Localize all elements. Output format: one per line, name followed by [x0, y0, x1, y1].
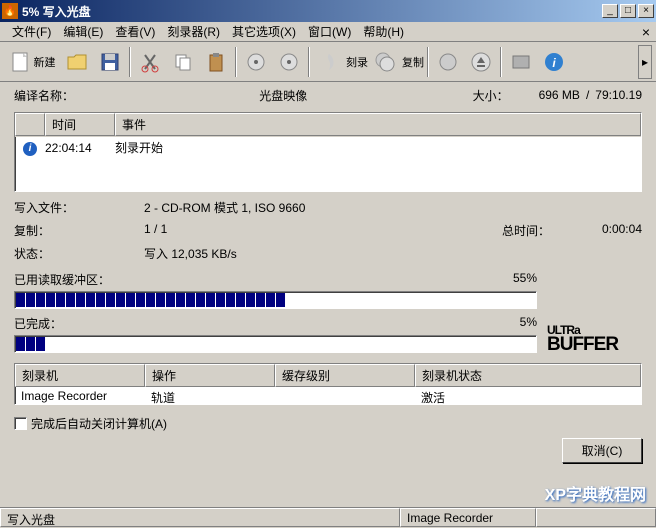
info-icon: i — [23, 142, 37, 156]
size-label: 大小： — [473, 87, 509, 104]
menu-help[interactable]: 帮助(H) — [357, 21, 410, 42]
disc-b-icon — [278, 51, 300, 73]
write-file-label: 写入文件： — [14, 199, 144, 216]
shutdown-label: 完成后自动关闭计算机(A) — [31, 415, 167, 432]
menu-window[interactable]: 窗口(W) — [302, 21, 357, 42]
log-header-time[interactable]: 时间 — [45, 113, 115, 136]
buffer-percent: 55% — [513, 271, 537, 288]
log-row[interactable]: i 22:04:14 刻录开始 — [15, 137, 641, 158]
close-button[interactable]: × — [638, 4, 654, 18]
cut-button[interactable] — [134, 45, 166, 79]
tool-b-button[interactable] — [273, 45, 305, 79]
copy-label: 复制 — [402, 54, 424, 70]
buffer-label: 已用读取缓冲区： — [14, 271, 110, 288]
app-icon: 🔥 — [2, 3, 18, 19]
gear-icon — [510, 51, 532, 73]
folder-icon — [66, 51, 88, 73]
log-time: 22:04:14 — [45, 141, 115, 155]
maximize-button[interactable]: □ — [620, 4, 636, 18]
clipboard-icon — [205, 51, 227, 73]
menubar: 文件(F) 编辑(E) 查看(V) 刻录器(R) 其它选项(X) 窗口(W) 帮… — [0, 22, 656, 42]
complete-progress-bar — [14, 335, 537, 353]
tool-a-button[interactable] — [240, 45, 272, 79]
write-file-value: 2 - CD-ROM 模式 1, ISO 9660 — [144, 199, 642, 216]
open-button[interactable] — [61, 45, 93, 79]
settings-button[interactable] — [505, 45, 537, 79]
size-value: 696 MB — [539, 88, 580, 102]
complete-label: 已完成： — [14, 315, 62, 332]
menu-view[interactable]: 查看(V) — [109, 21, 161, 42]
copy-count-value: 1 / 1 — [144, 222, 502, 239]
menu-recorder[interactable]: 刻录器(R) — [161, 21, 226, 42]
eject-button[interactable] — [465, 45, 497, 79]
buffer-progress-bar — [14, 291, 537, 309]
status-right — [536, 508, 656, 527]
complete-percent: 5% — [520, 315, 537, 332]
shutdown-checkbox[interactable]: 完成后自动关闭计算机(A) — [14, 415, 167, 432]
log-event: 刻录开始 — [115, 139, 641, 156]
status-center: Image Recorder — [400, 508, 536, 527]
td-action: 轨道 — [145, 388, 275, 407]
th-recorder[interactable]: 刻录机 — [15, 364, 145, 387]
checkbox-icon[interactable] — [14, 417, 27, 430]
total-time-value: 0:00:04 — [572, 222, 642, 239]
total-time-label: 总时间： — [502, 222, 572, 239]
status-label: 状态： — [14, 245, 144, 262]
menu-close-icon[interactable]: × — [642, 24, 650, 40]
window-title: 5% 写入光盘 — [22, 3, 602, 20]
td-recorder: Image Recorder — [15, 388, 145, 407]
watermark: XP字典教程网 — [545, 481, 646, 505]
disk-icon — [99, 51, 121, 73]
menu-file[interactable]: 文件(F) — [6, 21, 57, 42]
td-status: 激活 — [415, 388, 641, 407]
td-cache — [275, 388, 415, 407]
copy-count-label: 复制： — [14, 222, 144, 239]
recorder-table[interactable]: 刻录机 操作 缓存级别 刻录机状态 Image Recorder 轨道 激活 — [14, 363, 642, 405]
new-button[interactable]: 新建 — [4, 45, 60, 79]
duration-value: 79:10.19 — [595, 88, 642, 102]
th-action[interactable]: 操作 — [145, 364, 275, 387]
disc-a-icon — [245, 51, 267, 73]
save-button[interactable] — [94, 45, 126, 79]
th-cache[interactable]: 缓存级别 — [275, 364, 415, 387]
burn-label: 刻录 — [346, 54, 368, 70]
compile-name-label: 编译名称： — [14, 87, 94, 104]
eject-icon — [470, 51, 492, 73]
flame-icon — [318, 51, 340, 73]
log-header-event[interactable]: 事件 — [115, 113, 641, 136]
status-value: 写入 12,035 KB/s — [144, 245, 642, 262]
status-left: 写入光盘 — [0, 508, 400, 527]
log-listbox[interactable]: 时间 事件 i 22:04:14 刻录开始 — [14, 112, 642, 192]
table-row[interactable]: Image Recorder 轨道 激活 — [15, 387, 641, 408]
toolbar-expand-button[interactable]: ▸ — [638, 45, 652, 79]
new-label: 新建 — [34, 54, 56, 70]
info-icon: i — [543, 51, 565, 73]
menu-edit[interactable]: 编辑(E) — [57, 21, 109, 42]
copydisc-button[interactable] — [369, 45, 401, 79]
menu-other[interactable]: 其它选项(X) — [226, 21, 302, 42]
th-status[interactable]: 刻录机状态 — [415, 364, 641, 387]
scissors-icon — [139, 51, 161, 73]
cancel-button[interactable]: 取消(C) — [562, 438, 642, 463]
disc-copy-icon — [374, 51, 396, 73]
erase-button[interactable] — [432, 45, 464, 79]
erase-icon — [437, 51, 459, 73]
image-type-label: 光盘映像 — [94, 87, 473, 104]
info-button[interactable]: i — [538, 45, 570, 79]
minimize-button[interactable]: _ — [602, 4, 618, 18]
paste-button[interactable] — [200, 45, 232, 79]
copy-icon — [172, 51, 194, 73]
copy-tool-button[interactable] — [167, 45, 199, 79]
burn-tool-button[interactable] — [313, 45, 345, 79]
ultrabuffer-logo: ULTRa BUFFER — [547, 320, 642, 353]
document-icon — [9, 51, 31, 73]
